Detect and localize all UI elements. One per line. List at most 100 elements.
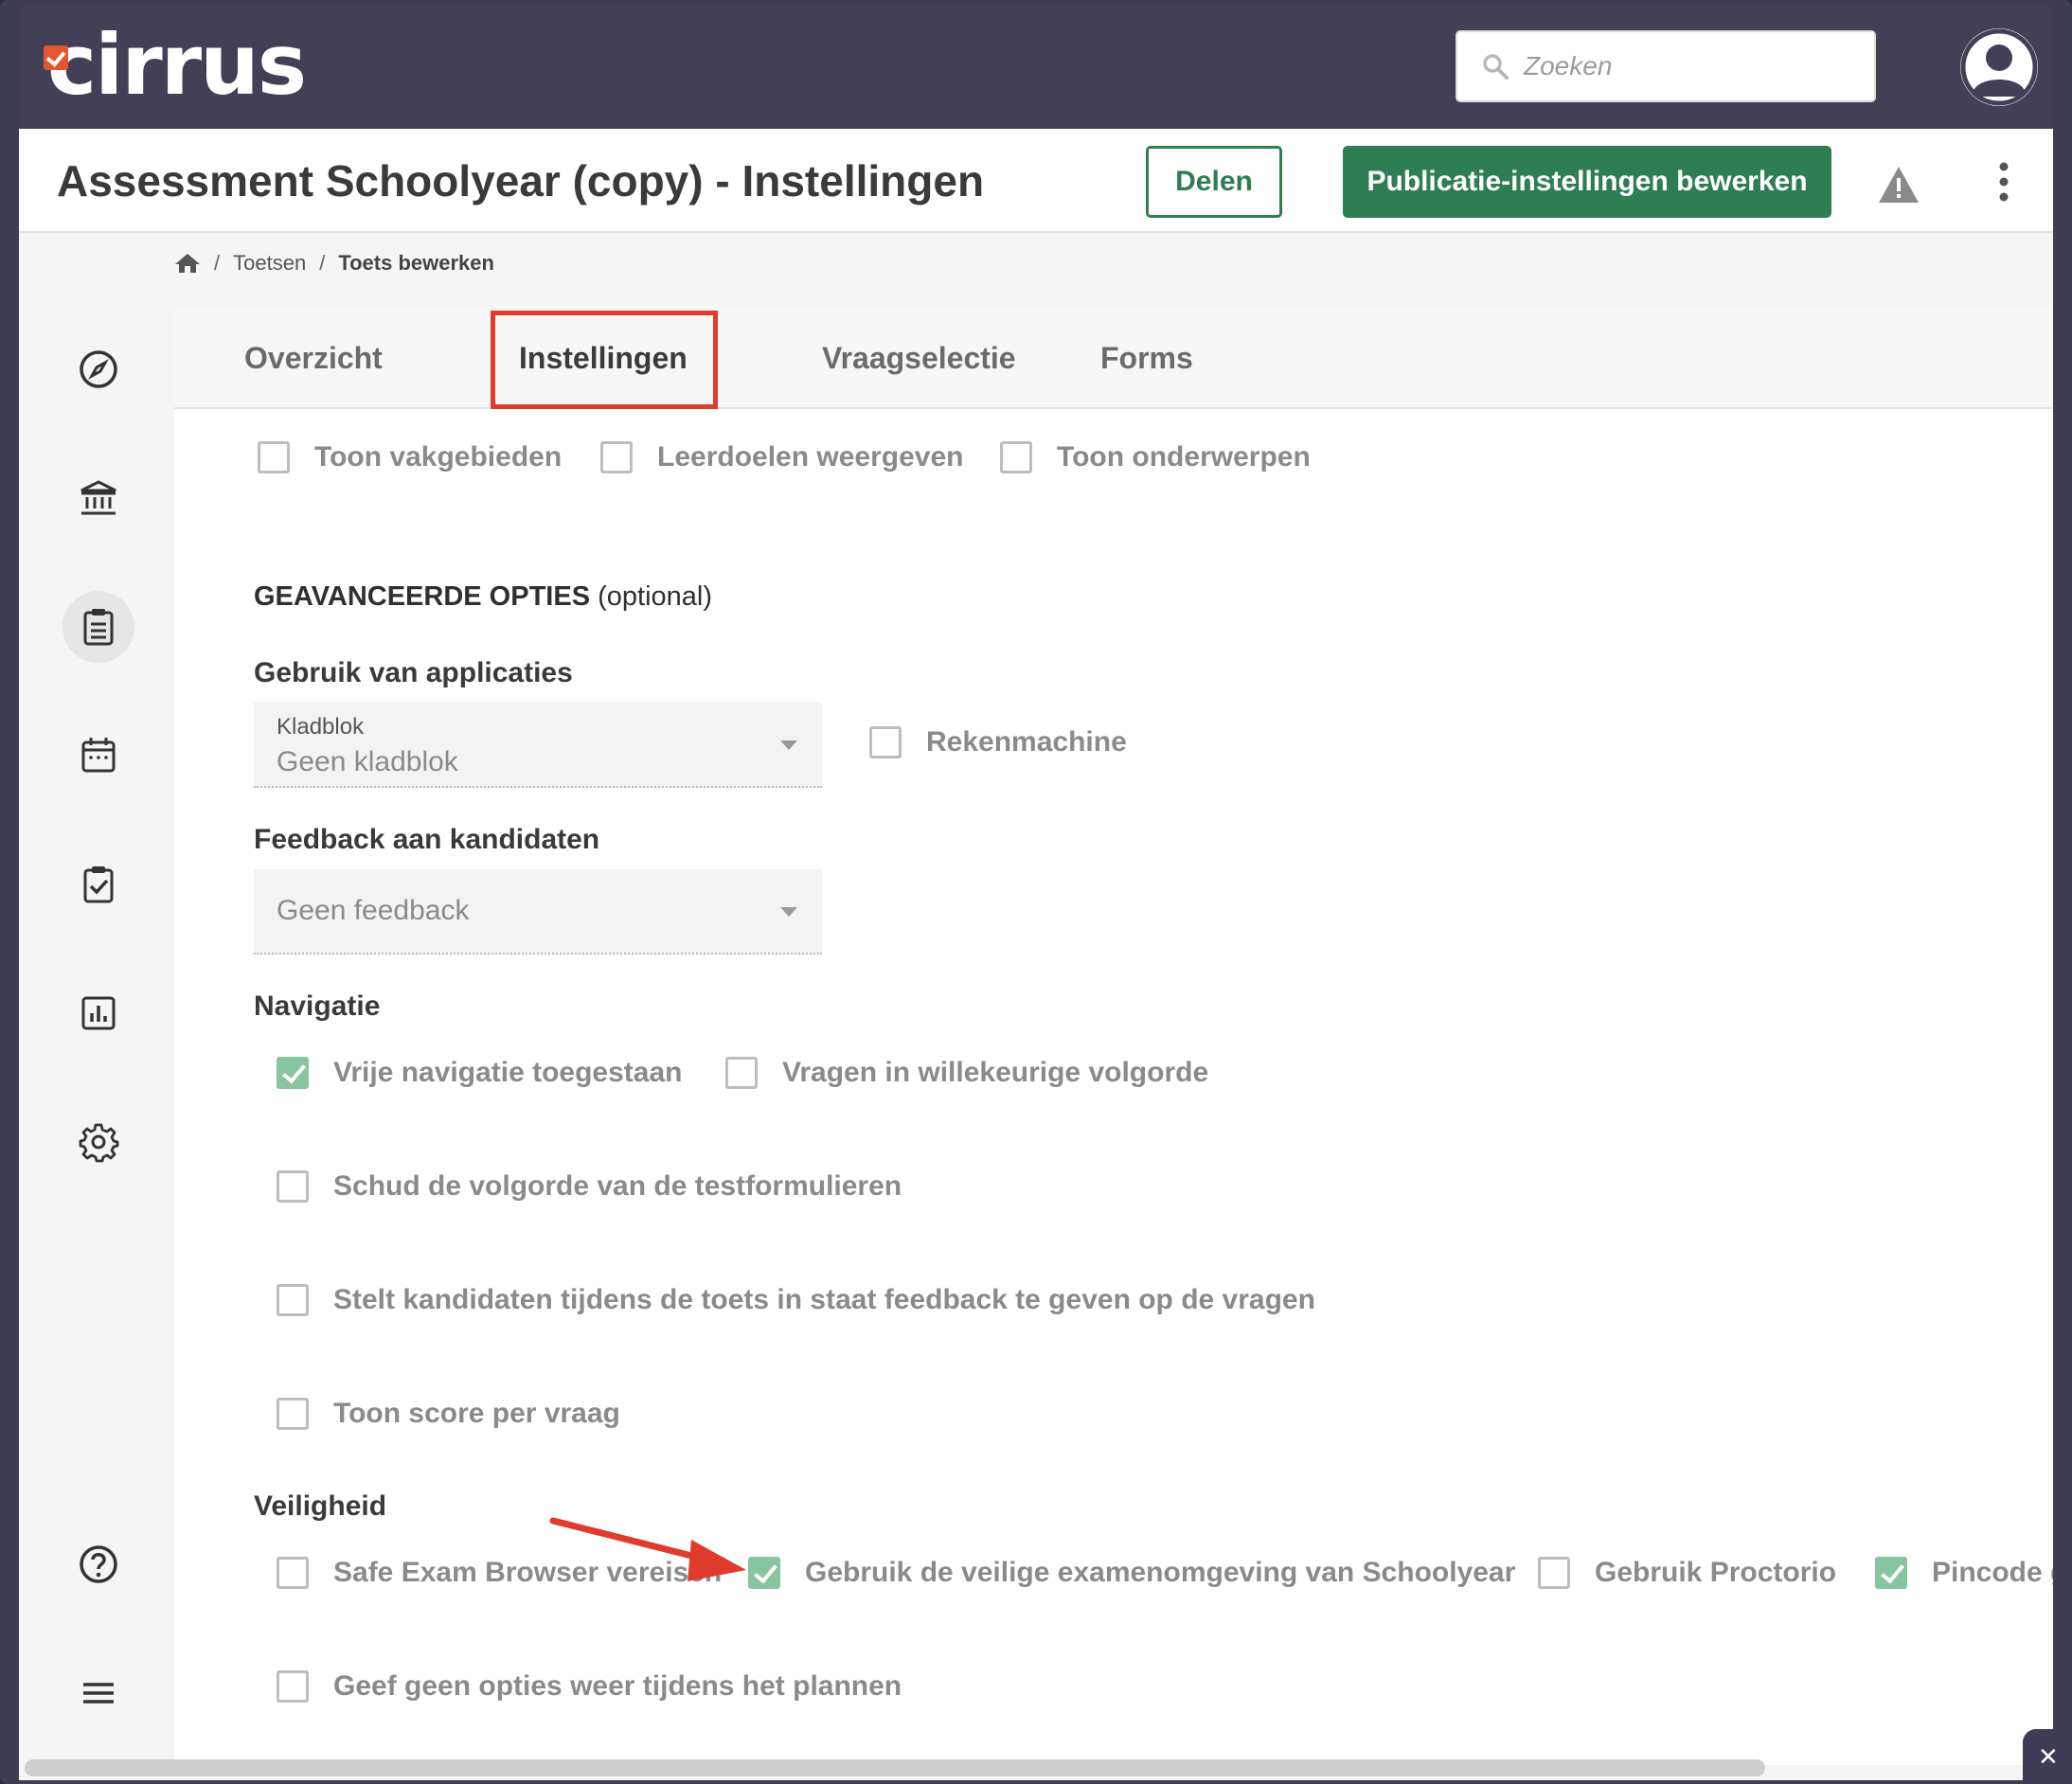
notepad-select[interactable]: Kladblok Geen kladblok [254,703,822,788]
rail-item-explore[interactable] [63,333,134,405]
close-button[interactable]: ✕ [2023,1729,2072,1784]
checkbox[interactable] [277,1398,309,1430]
rail-item-institution[interactable] [63,462,134,534]
clipboard-list-icon [83,609,114,646]
option-label: Gebruik Proctorio [1595,1557,1837,1588]
checkbox[interactable] [258,441,290,473]
page-title: Assessment Schoolyear (copy) - Instellin… [57,156,985,205]
annotation-arrow-icon [549,1517,746,1581]
option-proctorio[interactable]: Gebruik Proctorio [1538,1557,1836,1589]
checkbox[interactable] [1538,1557,1570,1589]
hamburger-menu-icon [83,1683,114,1704]
checkbox-checked[interactable] [1875,1557,1907,1589]
option-label: Vrije navigatie toegestaan [333,1057,683,1088]
share-button[interactable]: Delen [1146,146,1282,218]
calendar-icon [81,738,116,773]
option-show-topics[interactable]: Toon onderwerpen [1000,441,1311,473]
advanced-options-title: GEAVANCEERDE OPTIES [254,581,591,612]
notepad-caption: Kladblok [277,714,365,740]
checkbox[interactable] [600,441,633,473]
warning-icon[interactable] [1877,165,1920,205]
tab-highlight-annotation [491,311,718,409]
search-icon [1483,54,1509,80]
option-no-options-planning[interactable]: Geef geen opties weer tijdens het planne… [277,1670,902,1703]
rail-item-calendar[interactable] [63,720,134,792]
tab-bar: Overzicht Instellingen Vraagselectie For… [174,307,2053,409]
advanced-options-suffix: (optional) [598,581,713,612]
home-icon[interactable] [174,252,201,275]
advanced-options-heading: GEAVANCEERDE OPTIES (optional) [254,581,712,613]
tab-overview[interactable]: Overzicht [244,307,383,409]
breadcrumb: / Toetsen / Toets bewerken [174,244,494,282]
option-label: Schud de volgorde van de testformulieren [333,1170,902,1202]
checkbox[interactable] [277,1170,309,1203]
option-label: Stelt kandidaten tijdens de toets in sta… [333,1284,1315,1315]
feedback-select[interactable]: Geen feedback [254,869,822,954]
left-rail [19,233,174,1780]
rail-item-assessments[interactable] [63,591,134,663]
option-label: Pincode ge [1932,1557,2053,1588]
gear-icon [79,1123,119,1163]
logo-check-icon [44,45,68,70]
top-bar: cirrus [19,6,2053,129]
checkbox-checked[interactable] [277,1057,309,1089]
option-label: Leerdoelen weergeven [657,441,964,473]
bar-chart-icon [81,996,116,1030]
breadcrumb-link-tests[interactable]: Toetsen [233,251,306,276]
option-score-per-question[interactable]: Toon score per vraag [277,1398,620,1430]
breadcrumb-separator: / [214,251,221,275]
option-calculator[interactable]: Rekenmachine [869,726,1127,758]
checkbox[interactable] [725,1057,758,1089]
navigation-label: Navigatie [254,990,381,1022]
option-candidate-feedback[interactable]: Stelt kandidaten tijdens de toets in sta… [277,1284,1315,1316]
chevron-down-icon [780,740,797,750]
settings-card: Overzicht Instellingen Vraagselectie For… [174,307,2053,1765]
tab-question-selection[interactable]: Vraagselectie [822,307,1016,409]
checkbox[interactable] [277,1670,309,1703]
bank-icon [80,480,116,515]
option-label: Toon vakgebieden [314,441,563,473]
publish-settings-button[interactable]: Publicatie-instellingen bewerken [1343,146,1831,218]
feedback-value: Geen feedback [277,895,470,926]
title-bar: Assessment Schoolyear (copy) - Instellin… [19,129,2053,233]
search-input[interactable] [1524,32,1865,100]
rail-item-grading[interactable] [63,848,134,920]
help-icon [80,1545,117,1583]
user-icon [1960,28,2038,106]
compass-icon [80,350,117,388]
rail-item-menu[interactable] [63,1657,134,1729]
breadcrumb-current: Toets bewerken [338,251,494,275]
logo-text: cirrus [47,16,307,114]
checkbox[interactable] [869,726,902,758]
rail-item-reports[interactable] [63,977,134,1049]
checkbox[interactable] [277,1284,309,1316]
option-show-learning-goals[interactable]: Leerdoelen weergeven [600,441,963,473]
option-schoolyear-environment[interactable]: Gebruik de veilige examenomgeving van Sc… [748,1557,1515,1589]
option-pin-code[interactable]: Pincode ge [1875,1557,2053,1589]
feedback-label: Feedback aan kandidaten [254,824,600,855]
tab-forms[interactable]: Forms [1100,307,1193,409]
checkbox[interactable] [277,1557,309,1589]
search-box[interactable] [1456,30,1876,102]
option-label: Gebruik de veilige examenomgeving van Sc… [805,1557,1516,1588]
option-label: Geef geen opties weer tijdens het planne… [333,1670,902,1702]
notepad-value: Geen kladblok [277,746,458,777]
applications-label: Gebruik van applicaties [254,657,573,688]
option-shuffle-forms[interactable]: Schud de volgorde van de testformulieren [277,1170,902,1203]
rail-item-settings[interactable] [63,1106,134,1178]
option-random-order[interactable]: Vragen in willekeurige volgorde [725,1057,1208,1089]
option-label: Vragen in willekeurige volgorde [782,1057,1209,1088]
horizontal-scrollbar[interactable] [25,1759,1765,1776]
option-free-navigation[interactable]: Vrije navigatie toegestaan [277,1057,682,1089]
chevron-down-icon [780,907,797,917]
checkbox[interactable] [1000,441,1032,473]
more-vertical-icon[interactable] [1998,161,2009,203]
option-show-subject-areas[interactable]: Toon vakgebieden [258,441,562,473]
app: cirrus Assessment Schoolyear (copy) - In… [19,6,2053,1780]
user-avatar[interactable] [1960,28,2038,106]
logo[interactable]: cirrus [40,16,307,114]
clipboard-check-icon [83,866,114,903]
rail-item-help[interactable] [63,1528,134,1600]
option-label: Toon onderwerpen [1057,441,1311,473]
option-label: Rekenmachine [926,726,1127,758]
